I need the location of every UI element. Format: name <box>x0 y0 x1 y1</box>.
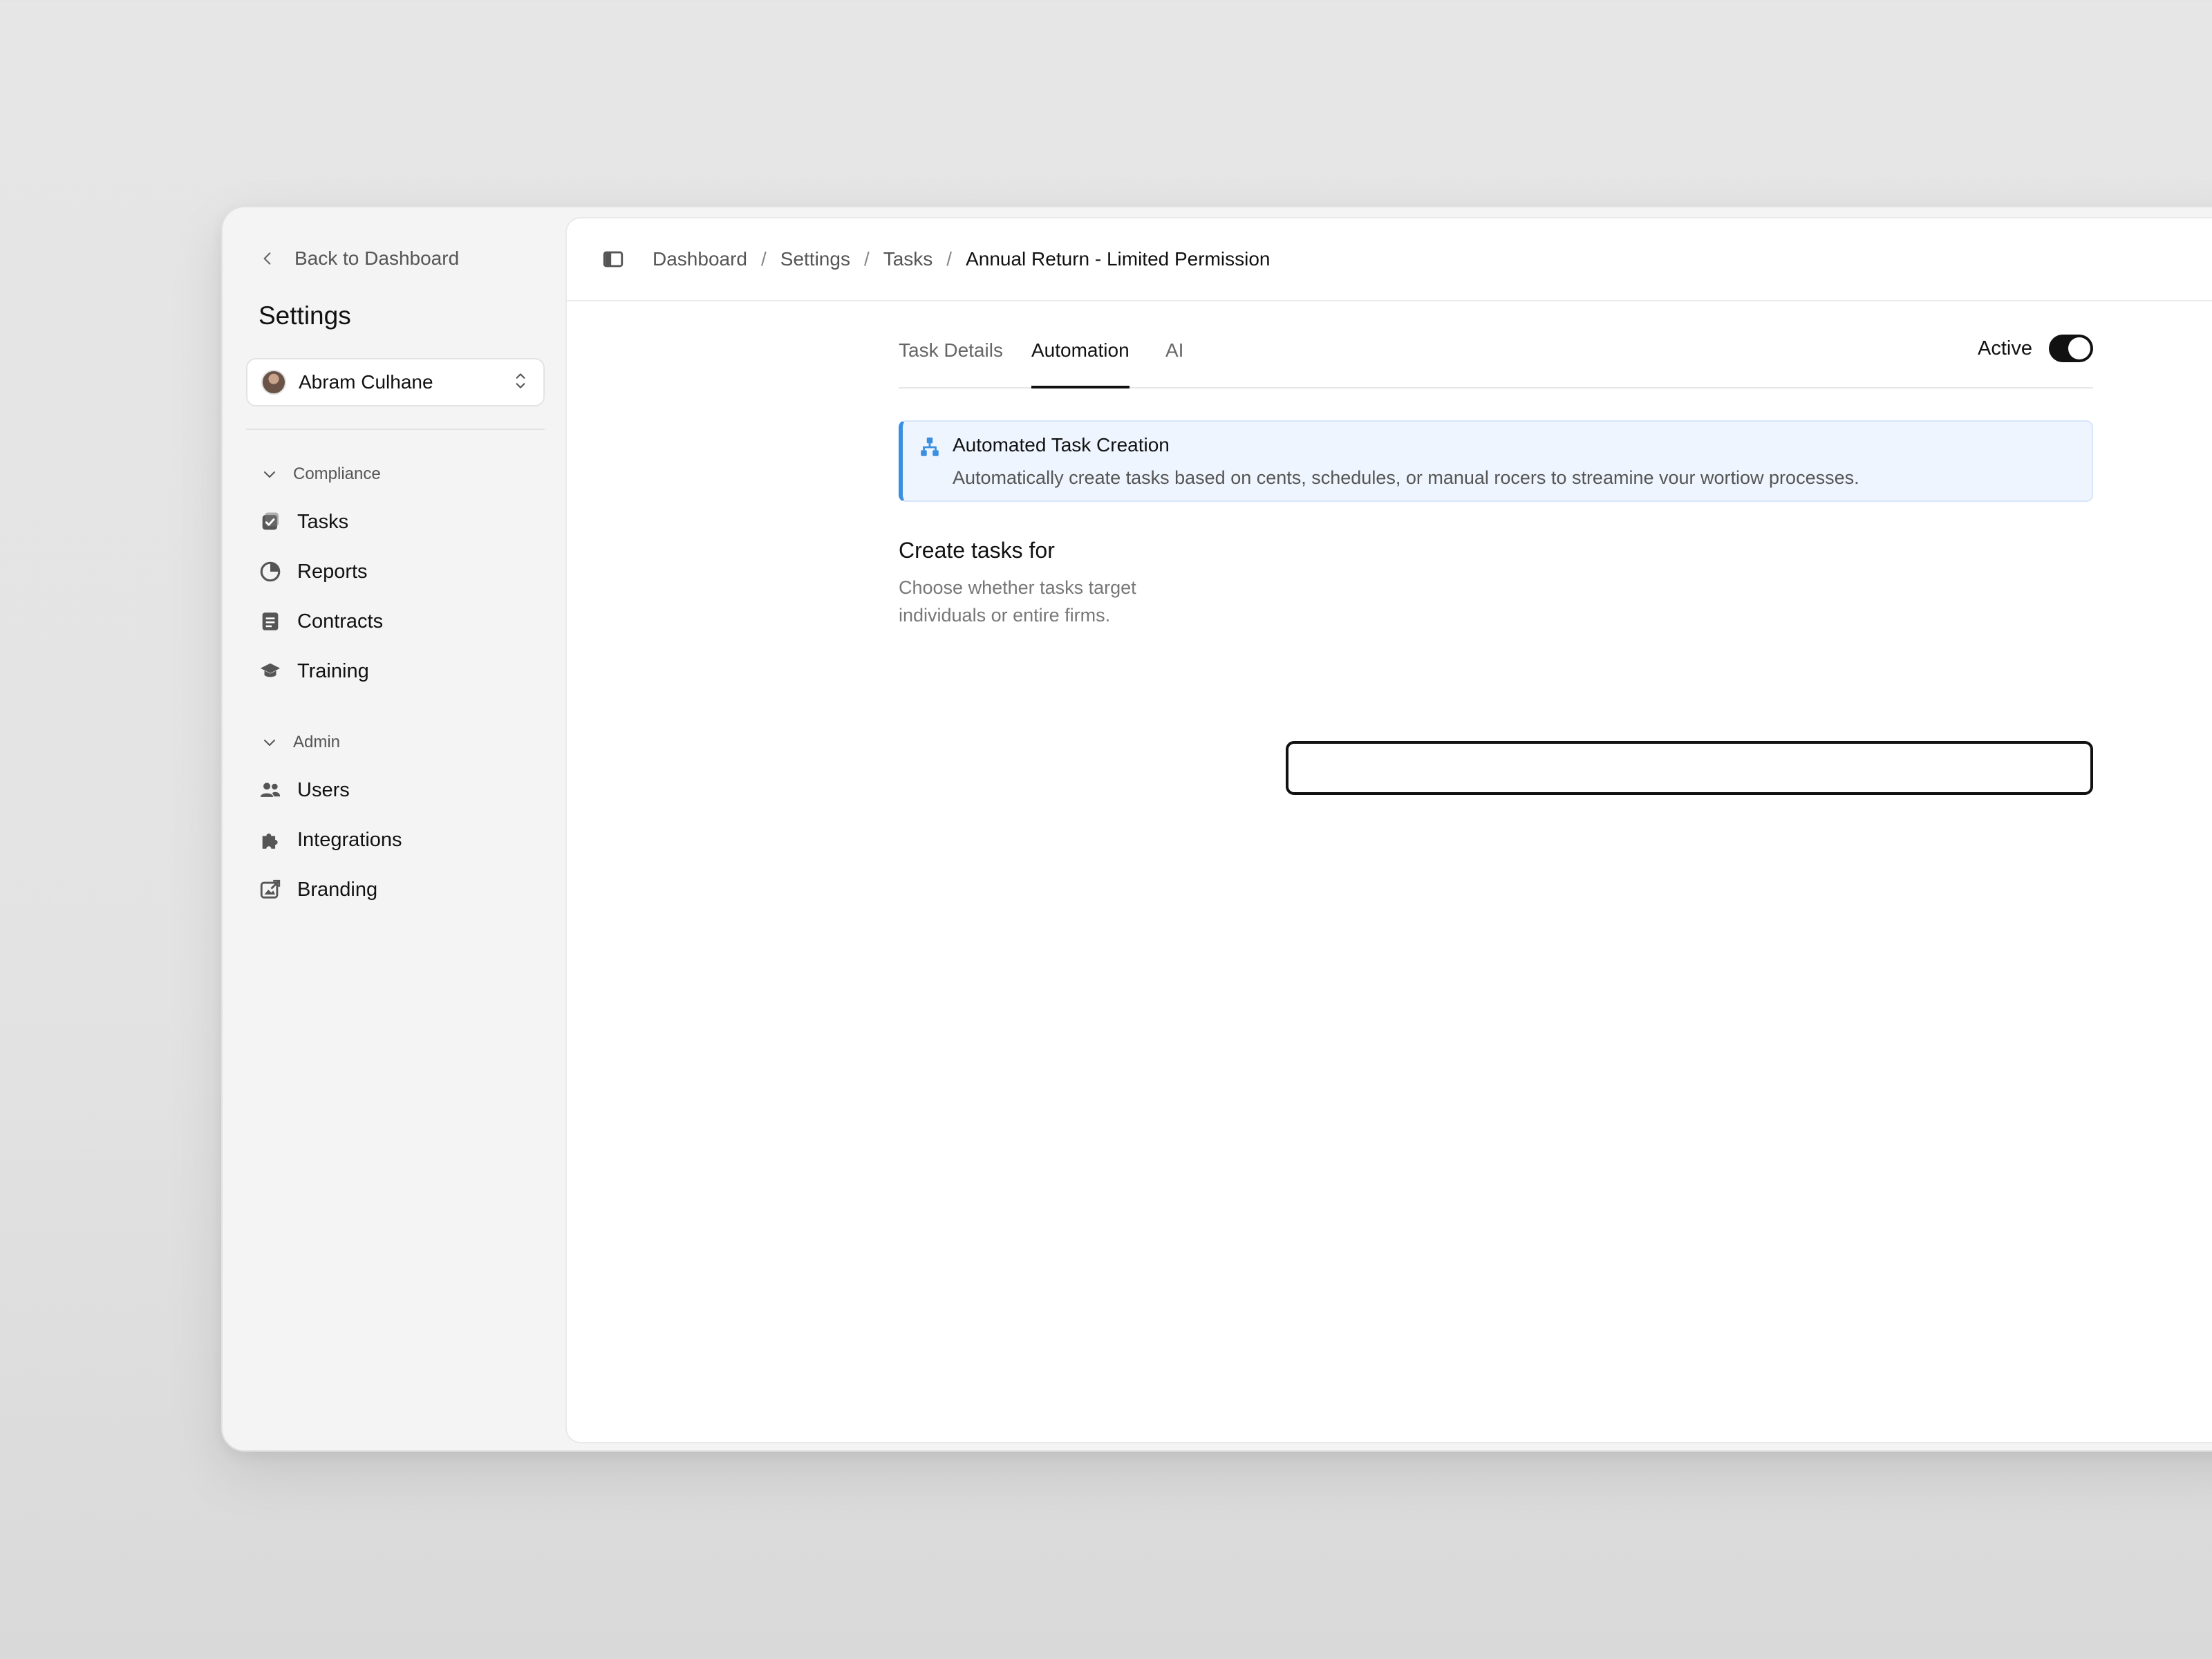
tasks-icon <box>259 510 282 534</box>
option-firms[interactable] <box>1286 741 2093 795</box>
create-for-title: Create tasks for <box>899 538 1055 563</box>
active-switch[interactable] <box>2049 335 2093 362</box>
active-toggle: Active <box>1978 335 2093 362</box>
breadcrumb-separator: / <box>946 248 953 270</box>
info-description: Automatically create tasks based on cent… <box>953 467 1859 488</box>
account-switcher[interactable]: Abram Culhane <box>246 358 545 406</box>
chevron-down-icon <box>264 471 275 478</box>
sidebar-item-contracts[interactable]: Contracts <box>259 610 383 633</box>
chevron-down-icon <box>264 740 275 746</box>
sidebar-item-label: Contracts <box>297 610 384 632</box>
graduation-cap-icon <box>259 659 282 683</box>
create-for-description: Choose whether tasks target individuals … <box>899 577 1136 626</box>
sidebar-item-users[interactable]: Users <box>259 778 350 802</box>
breadcrumb: Dashboard / Settings / Tasks / Annual Re… <box>653 248 1271 270</box>
pie-chart-icon <box>259 560 282 583</box>
sidebar-item-label: Reports <box>297 560 368 583</box>
tab-bar: Task Details Automation AI Active <box>899 335 2093 388</box>
breadcrumb-current: Annual Return - Limited Permission <box>966 248 1271 270</box>
sidebar-item-branding[interactable]: Branding <box>259 878 377 901</box>
tab-automation[interactable]: Automation <box>1031 335 1130 388</box>
tab-ai[interactable]: AI <box>1165 335 1183 388</box>
section-admin-toggle[interactable]: Admin <box>261 733 340 752</box>
sidebar-item-label: Users <box>297 778 350 801</box>
sidebar-item-training[interactable]: Training <box>259 659 369 683</box>
sidebar-item-label: Branding <box>297 878 378 901</box>
sidebar-item-tasks[interactable]: Tasks <box>259 510 348 534</box>
sidebar-title: Settings <box>259 301 351 330</box>
breadcrumb-separator: / <box>760 248 767 270</box>
sidebar-item-label: Training <box>297 659 369 682</box>
document-icon <box>259 610 282 633</box>
app-window: Back to Dashboard Settings Abram Culhane… <box>221 206 2212 1452</box>
puzzle-icon <box>259 828 282 852</box>
info-callout: Automated Task Creation Automatically cr… <box>899 420 2093 502</box>
sidebar-divider <box>246 429 545 430</box>
sidebar-item-label: Tasks <box>297 510 349 533</box>
avatar <box>261 370 286 395</box>
breadcrumb-dashboard[interactable]: Dashboard <box>653 248 747 270</box>
section-label: Admin <box>293 733 341 751</box>
breadcrumb-separator: / <box>863 248 870 270</box>
active-label: Active <box>1978 337 2032 359</box>
breadcrumb-settings[interactable]: Settings <box>780 248 850 270</box>
section-label: Compliance <box>293 465 381 483</box>
content-area: Task Details Automation AI Active Automa… <box>567 301 2212 1442</box>
sidebar-item-reports[interactable]: Reports <box>259 560 368 583</box>
sidebar-item-integrations[interactable]: Integrations <box>259 828 402 852</box>
users-icon <box>259 778 282 802</box>
chevrons-up-down-icon <box>512 371 529 395</box>
topbar: Dashboard / Settings / Tasks / Annual Re… <box>567 218 2212 301</box>
back-label: Back to Dashboard <box>294 247 460 269</box>
back-to-dashboard-link[interactable]: Back to Dashboard <box>259 247 459 270</box>
sidebar-toggle-icon[interactable] <box>601 247 625 271</box>
sidebar-item-label: Integrations <box>297 828 402 851</box>
chevron-left-icon <box>263 252 271 265</box>
breadcrumb-tasks[interactable]: Tasks <box>883 248 933 270</box>
tab-task-details[interactable]: Task Details <box>899 335 1003 388</box>
section-compliance-toggle[interactable]: Compliance <box>261 465 381 484</box>
info-title: Automated Task Creation <box>953 434 1170 456</box>
account-name: Abram Culhane <box>299 371 433 393</box>
sidebar: Back to Dashboard Settings Abram Culhane… <box>223 207 567 1450</box>
main-panel: Dashboard / Settings / Tasks / Annual Re… <box>565 217 2212 1443</box>
edit-image-icon <box>259 878 282 901</box>
hierarchy-icon <box>921 437 939 456</box>
